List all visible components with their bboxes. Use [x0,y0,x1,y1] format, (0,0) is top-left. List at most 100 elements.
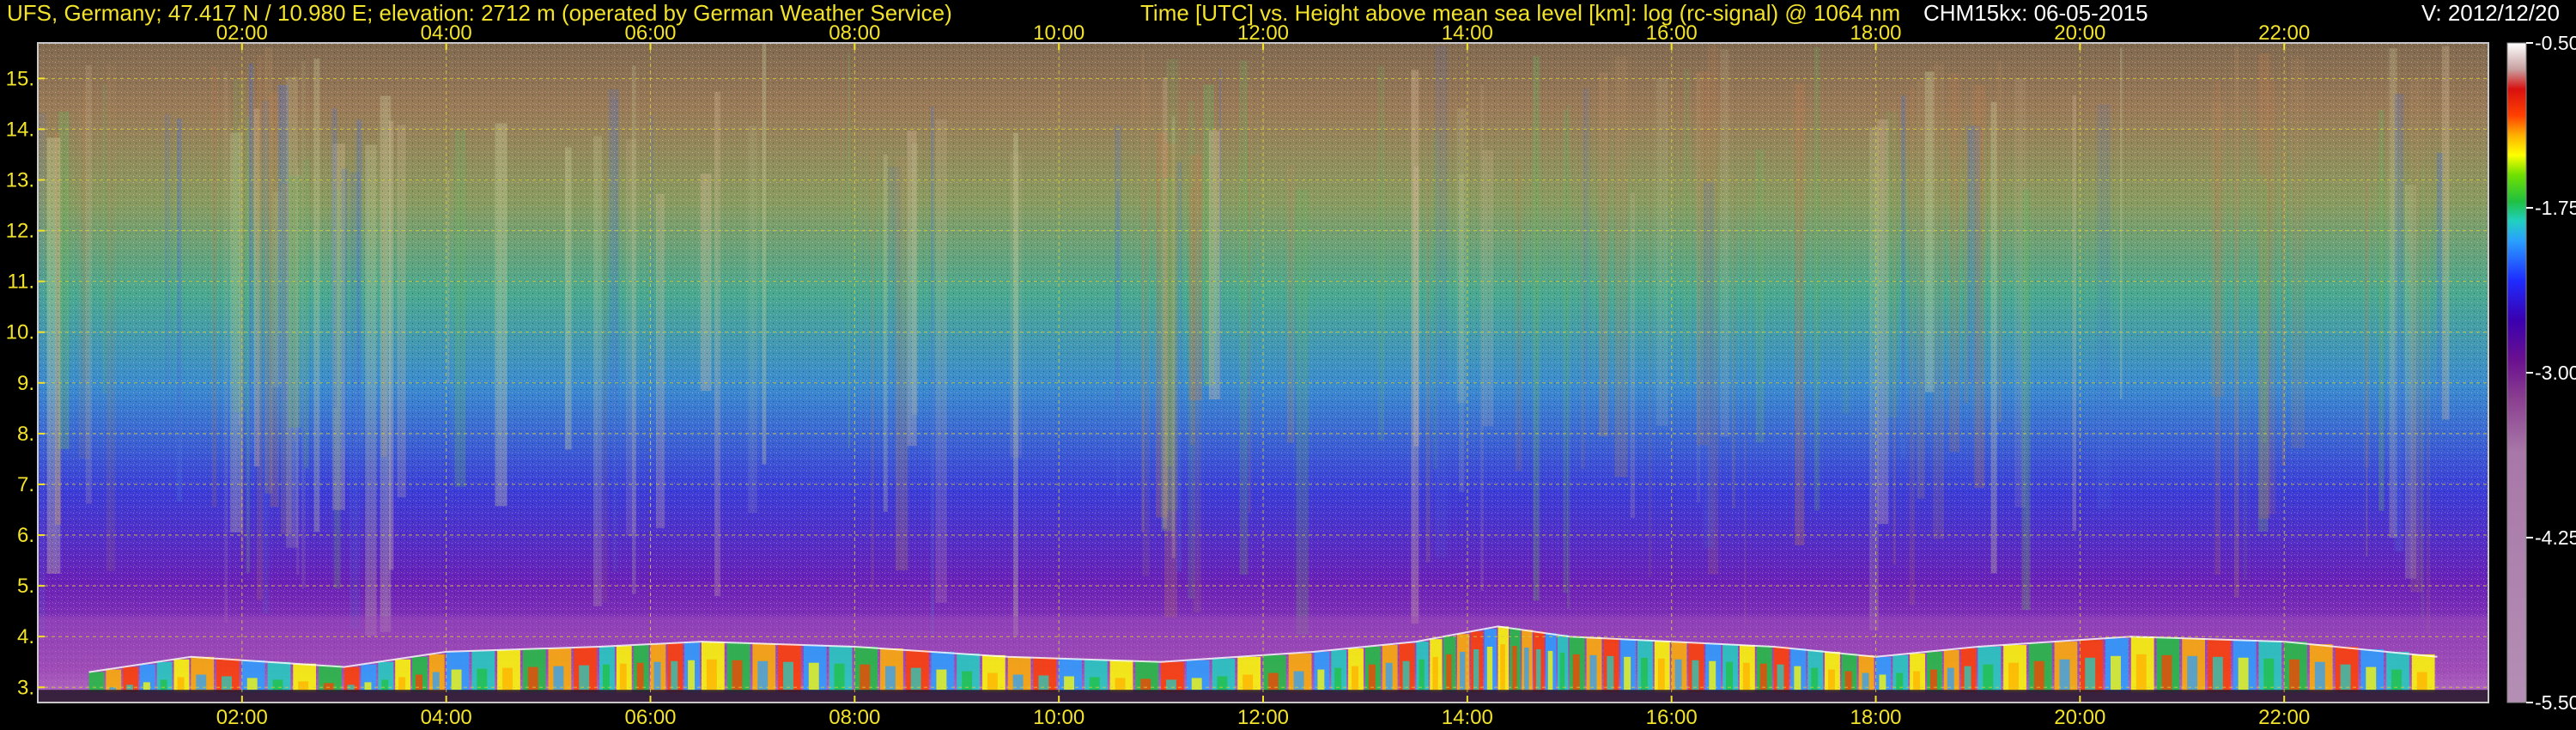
aerosol-core-segment [143,682,150,690]
colorbar-tick-label: -4.25 [2535,526,2576,549]
x-tick-label-bottom: 08:00 [829,706,880,729]
aerosol-core-segment [910,667,921,690]
aerosol-core-segment [2289,659,2300,690]
aerosol-core-segment [1191,678,1202,690]
y-tick-label: 4. [17,625,34,648]
aerosol-core-segment [1929,669,1937,690]
x-tick-label-top: 08:00 [829,21,880,45]
aerosol-core-segment [1547,650,1553,690]
colorbar-tick-label: -0.50 [2535,32,2576,54]
y-tick-label: 12. [6,220,34,243]
aerosol-core-segment [222,676,232,690]
aerosol-core-segment [885,666,896,690]
aerosol-core-segment [2085,657,2096,690]
aerosol-core-segment [502,667,513,690]
aerosol-core-segment [1674,659,1682,690]
aerosol-core-segment [619,663,627,690]
aerosol-core-segment [2212,656,2223,690]
aerosol-core-segment [246,678,258,690]
aerosol-core-segment [732,660,743,690]
aerosol-core-segment [2033,660,2044,690]
y-tick-label: 14. [6,118,34,141]
aerosol-core-segment [2187,655,2198,690]
aerosol-core-segment [272,679,283,690]
aerosol-core-segment [653,661,661,690]
aerosol-core-segment [706,659,717,690]
colorbar-gradient-bar [2507,43,2526,703]
x-tick-label-top: 20:00 [2054,21,2105,45]
aerosol-core-segment [1742,662,1750,690]
aerosol-core-segment [1115,678,1126,690]
x-tick-label-bottom: 02:00 [216,706,268,729]
aerosol-core-segment [1140,678,1151,690]
colorbar: -0.50 -1.75 -3.00 -4.25 -5.50 [2506,32,2576,714]
aerosol-core-segment [2263,658,2275,690]
aerosol-core-segment [1368,664,1376,690]
aerosol-core-segment [2111,655,2121,690]
aerosol-core-segment [860,664,871,690]
aerosol-core-segment [671,660,678,690]
x-tick-label-bottom: 22:00 [2258,706,2310,729]
aerosol-core-segment [1535,648,1541,690]
x-tick-label-top: 12:00 [1237,21,1289,45]
x-tick-label-bottom: 04:00 [421,706,472,729]
x-tick-label-top: 22:00 [2258,21,2310,45]
aerosol-core-segment [2314,661,2325,690]
x-tick-label-bottom: 06:00 [624,706,676,729]
x-tick-label-bottom: 18:00 [1850,706,1901,729]
aerosol-core-segment [2059,659,2070,690]
aerosol-core-segment [160,679,167,690]
aerosol-core-segment [1446,654,1452,690]
aerosol-core-segment [1419,659,1425,690]
aerosol-core-segment [477,668,488,690]
aerosol-core-segment [1352,666,1358,690]
aerosol-core-segment [1607,655,1614,690]
aerosol-core-segment [1385,662,1393,690]
aerosol-core-segment [323,683,334,690]
y-tick-label: 6. [17,524,34,547]
aerosol-core-segment [936,669,947,690]
aerosol-core-segment [1460,651,1466,690]
aerosol-core-segment [636,662,644,690]
x-tick-label-top: 04:00 [421,21,472,45]
aerosol-core-segment [1947,667,1954,690]
aerosol-core-segment [1777,664,1784,690]
aerosol-core-segment [1402,660,1410,690]
aerosol-core-segment [1759,663,1767,690]
aerosol-core-segment [1794,666,1801,690]
aerosol-core-segment [1486,647,1493,690]
aerosol-core-segment [2008,662,2019,690]
aerosol-core-segment [603,664,610,690]
y-tick-label: 8. [17,423,34,446]
aerosol-core-segment [2161,654,2172,690]
aerosol-core-segment [1500,644,1505,690]
x-tick-label-top: 10:00 [1033,21,1084,45]
x-tick-label-bottom: 16:00 [1646,706,1698,729]
aerosol-core-segment [1828,669,1835,690]
y-tick-label: 11. [7,271,34,294]
y-tick-label: 5. [17,575,34,598]
x-tick-label-bottom: 12:00 [1237,706,1289,729]
x-tick-label-top: 06:00 [624,21,676,45]
aerosol-core-segment [579,665,590,690]
aerosol-core-segment [2340,664,2351,690]
aerosol-core-segment [1334,667,1342,690]
aerosol-core-segment [451,669,462,690]
aerosol-core-segment [1512,646,1517,690]
aerosol-core-segment [1624,656,1631,690]
aerosol-core-segment [834,663,845,690]
aerosol-core-segment [177,677,185,690]
aerosol-core-segment [381,679,389,690]
aerosol-core-segment [1657,658,1665,690]
x-tick-label-bottom: 10:00 [1033,706,1084,729]
x-tick-label-bottom: 14:00 [1442,706,1493,729]
x-tick-label-top: 02:00 [216,21,268,45]
chart: 02:00 02:00 04:00 04:00 06:00 06:00 08:00 08:00… [6,21,2576,729]
aerosol-core-segment [1572,654,1580,690]
x-tick-label-top: 18:00 [1850,21,1901,45]
aerosol-core-segment [1692,660,1699,690]
aerosol-core-segment [1524,648,1529,690]
aerosol-core-segment [1432,656,1438,690]
aerosol-core-segment [2136,654,2147,690]
y-tick-label: 3. [17,676,34,699]
